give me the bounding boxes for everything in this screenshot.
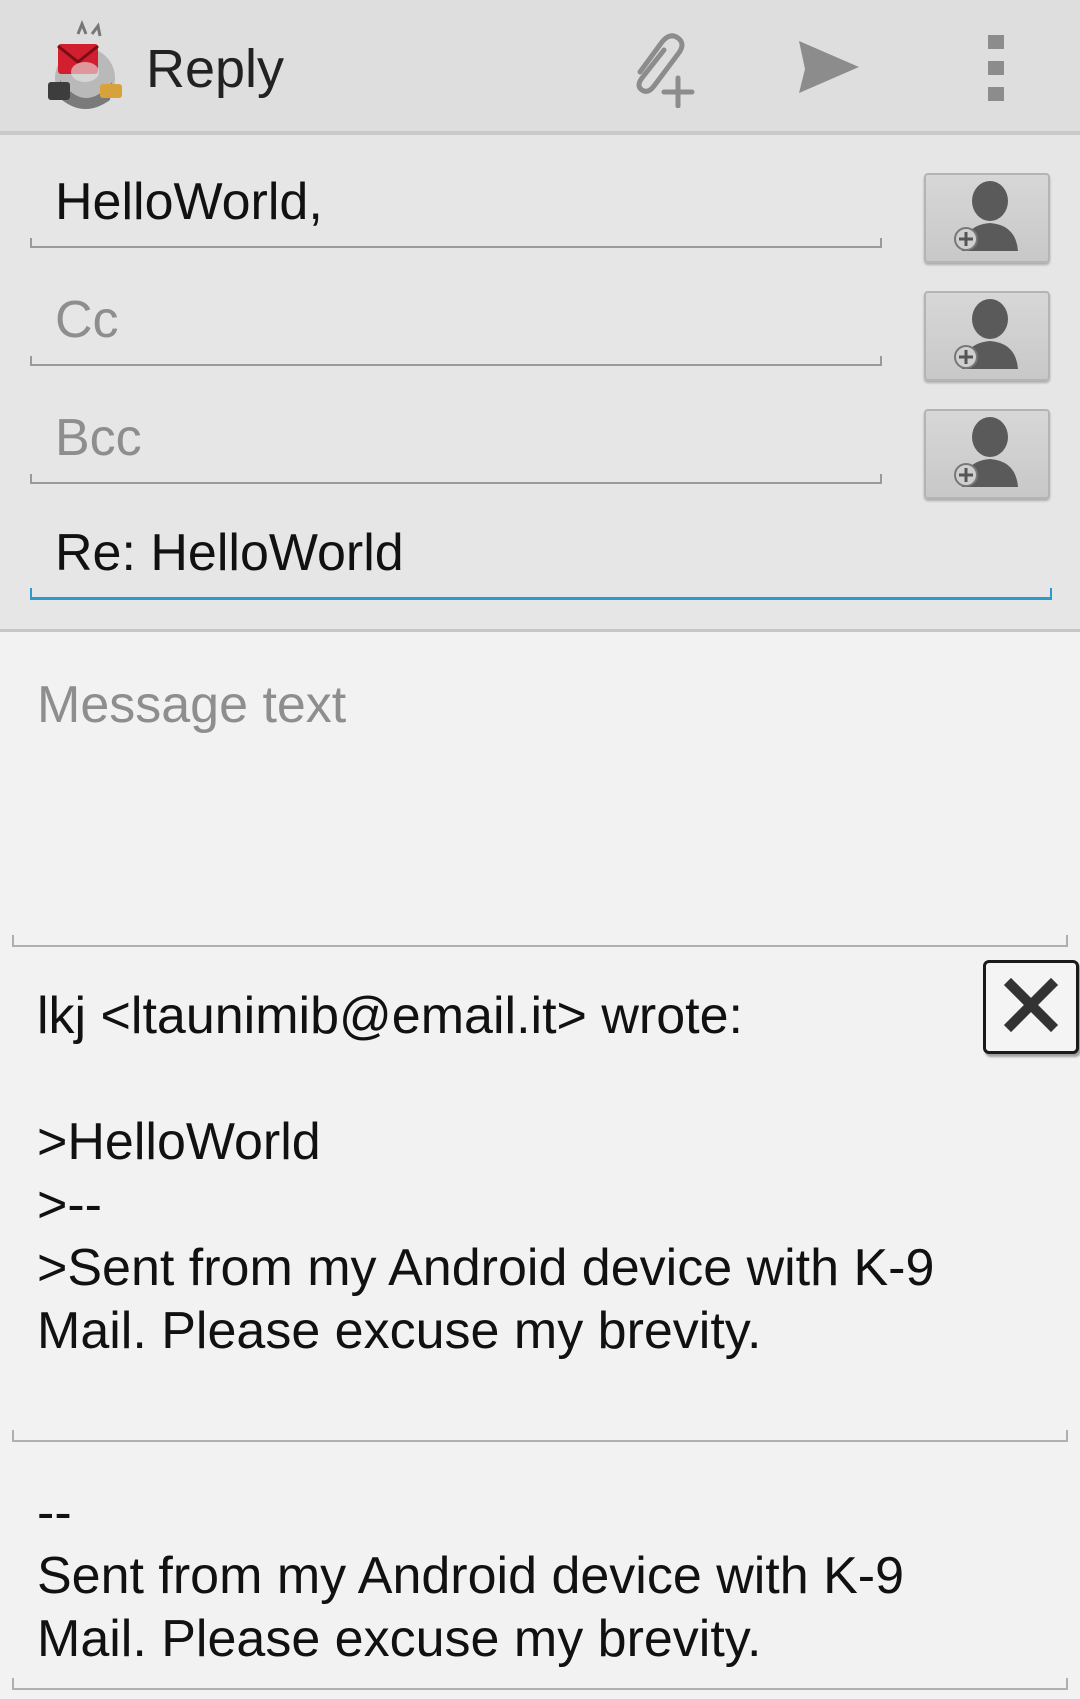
quoted-line: >HelloWorld <box>37 1113 321 1171</box>
message-field-underline <box>12 935 1068 947</box>
send-icon <box>793 33 863 108</box>
quoted-line: >Sent from my Android device with K-9 <box>37 1239 935 1297</box>
subject-field[interactable]: Re: HelloWorld <box>30 524 1052 600</box>
quoted-line: Mail. Please excuse my brevity. <box>37 1302 762 1360</box>
signature-line: Mail. Please excuse my brevity. <box>37 1610 762 1668</box>
quoted-header-line: lkj <ltaunimib@email.it> wrote: <box>37 987 743 1045</box>
cc-field[interactable]: Cc <box>30 291 882 366</box>
bcc-placeholder: Bcc <box>55 409 142 467</box>
add-bcc-contact-button[interactable] <box>924 409 1050 499</box>
remove-quoted-text-button[interactable] <box>983 960 1079 1054</box>
overflow-menu-button[interactable] <box>948 22 1044 118</box>
attach-button[interactable] <box>612 22 708 118</box>
action-bar: Reply <box>0 0 1080 135</box>
add-contact-icon <box>952 415 1022 494</box>
compose-header: HelloWorld, Cc Bcc Re: HelloWorld <box>0 135 1080 632</box>
subject-value: Re: HelloWorld <box>55 524 404 582</box>
quoted-blank-line <box>37 1048 997 1111</box>
bcc-field[interactable]: Bcc <box>30 409 882 484</box>
send-button[interactable] <box>780 22 876 118</box>
add-contact-icon <box>952 297 1022 376</box>
to-field[interactable]: HelloWorld, <box>30 173 882 248</box>
quoted-field-underline <box>12 1430 1068 1442</box>
add-contact-icon <box>952 179 1022 258</box>
attach-icon <box>620 28 700 113</box>
add-cc-contact-button[interactable] <box>924 291 1050 381</box>
quoted-line: >-- <box>37 1176 102 1234</box>
quoted-text-field[interactable]: lkj <ltaunimib@email.it> wrote: >HelloWo… <box>37 985 997 1363</box>
screen-title: Reply <box>146 39 285 99</box>
cc-placeholder: Cc <box>55 291 119 349</box>
to-value: HelloWorld, <box>55 173 323 231</box>
k9-mail-app-icon[interactable] <box>40 19 130 115</box>
signature-line: Sent from my Android device with K-9 <box>37 1547 905 1605</box>
signature-field-underline <box>12 1678 1068 1690</box>
overflow-menu-icon <box>986 33 1006 108</box>
signature-line: -- <box>37 1484 72 1542</box>
close-icon <box>1003 977 1059 1038</box>
message-text-field[interactable]: Message text <box>37 675 346 735</box>
signature-field[interactable]: -- Sent from my Android device with K-9 … <box>37 1482 1037 1671</box>
add-to-contact-button[interactable] <box>924 173 1050 263</box>
